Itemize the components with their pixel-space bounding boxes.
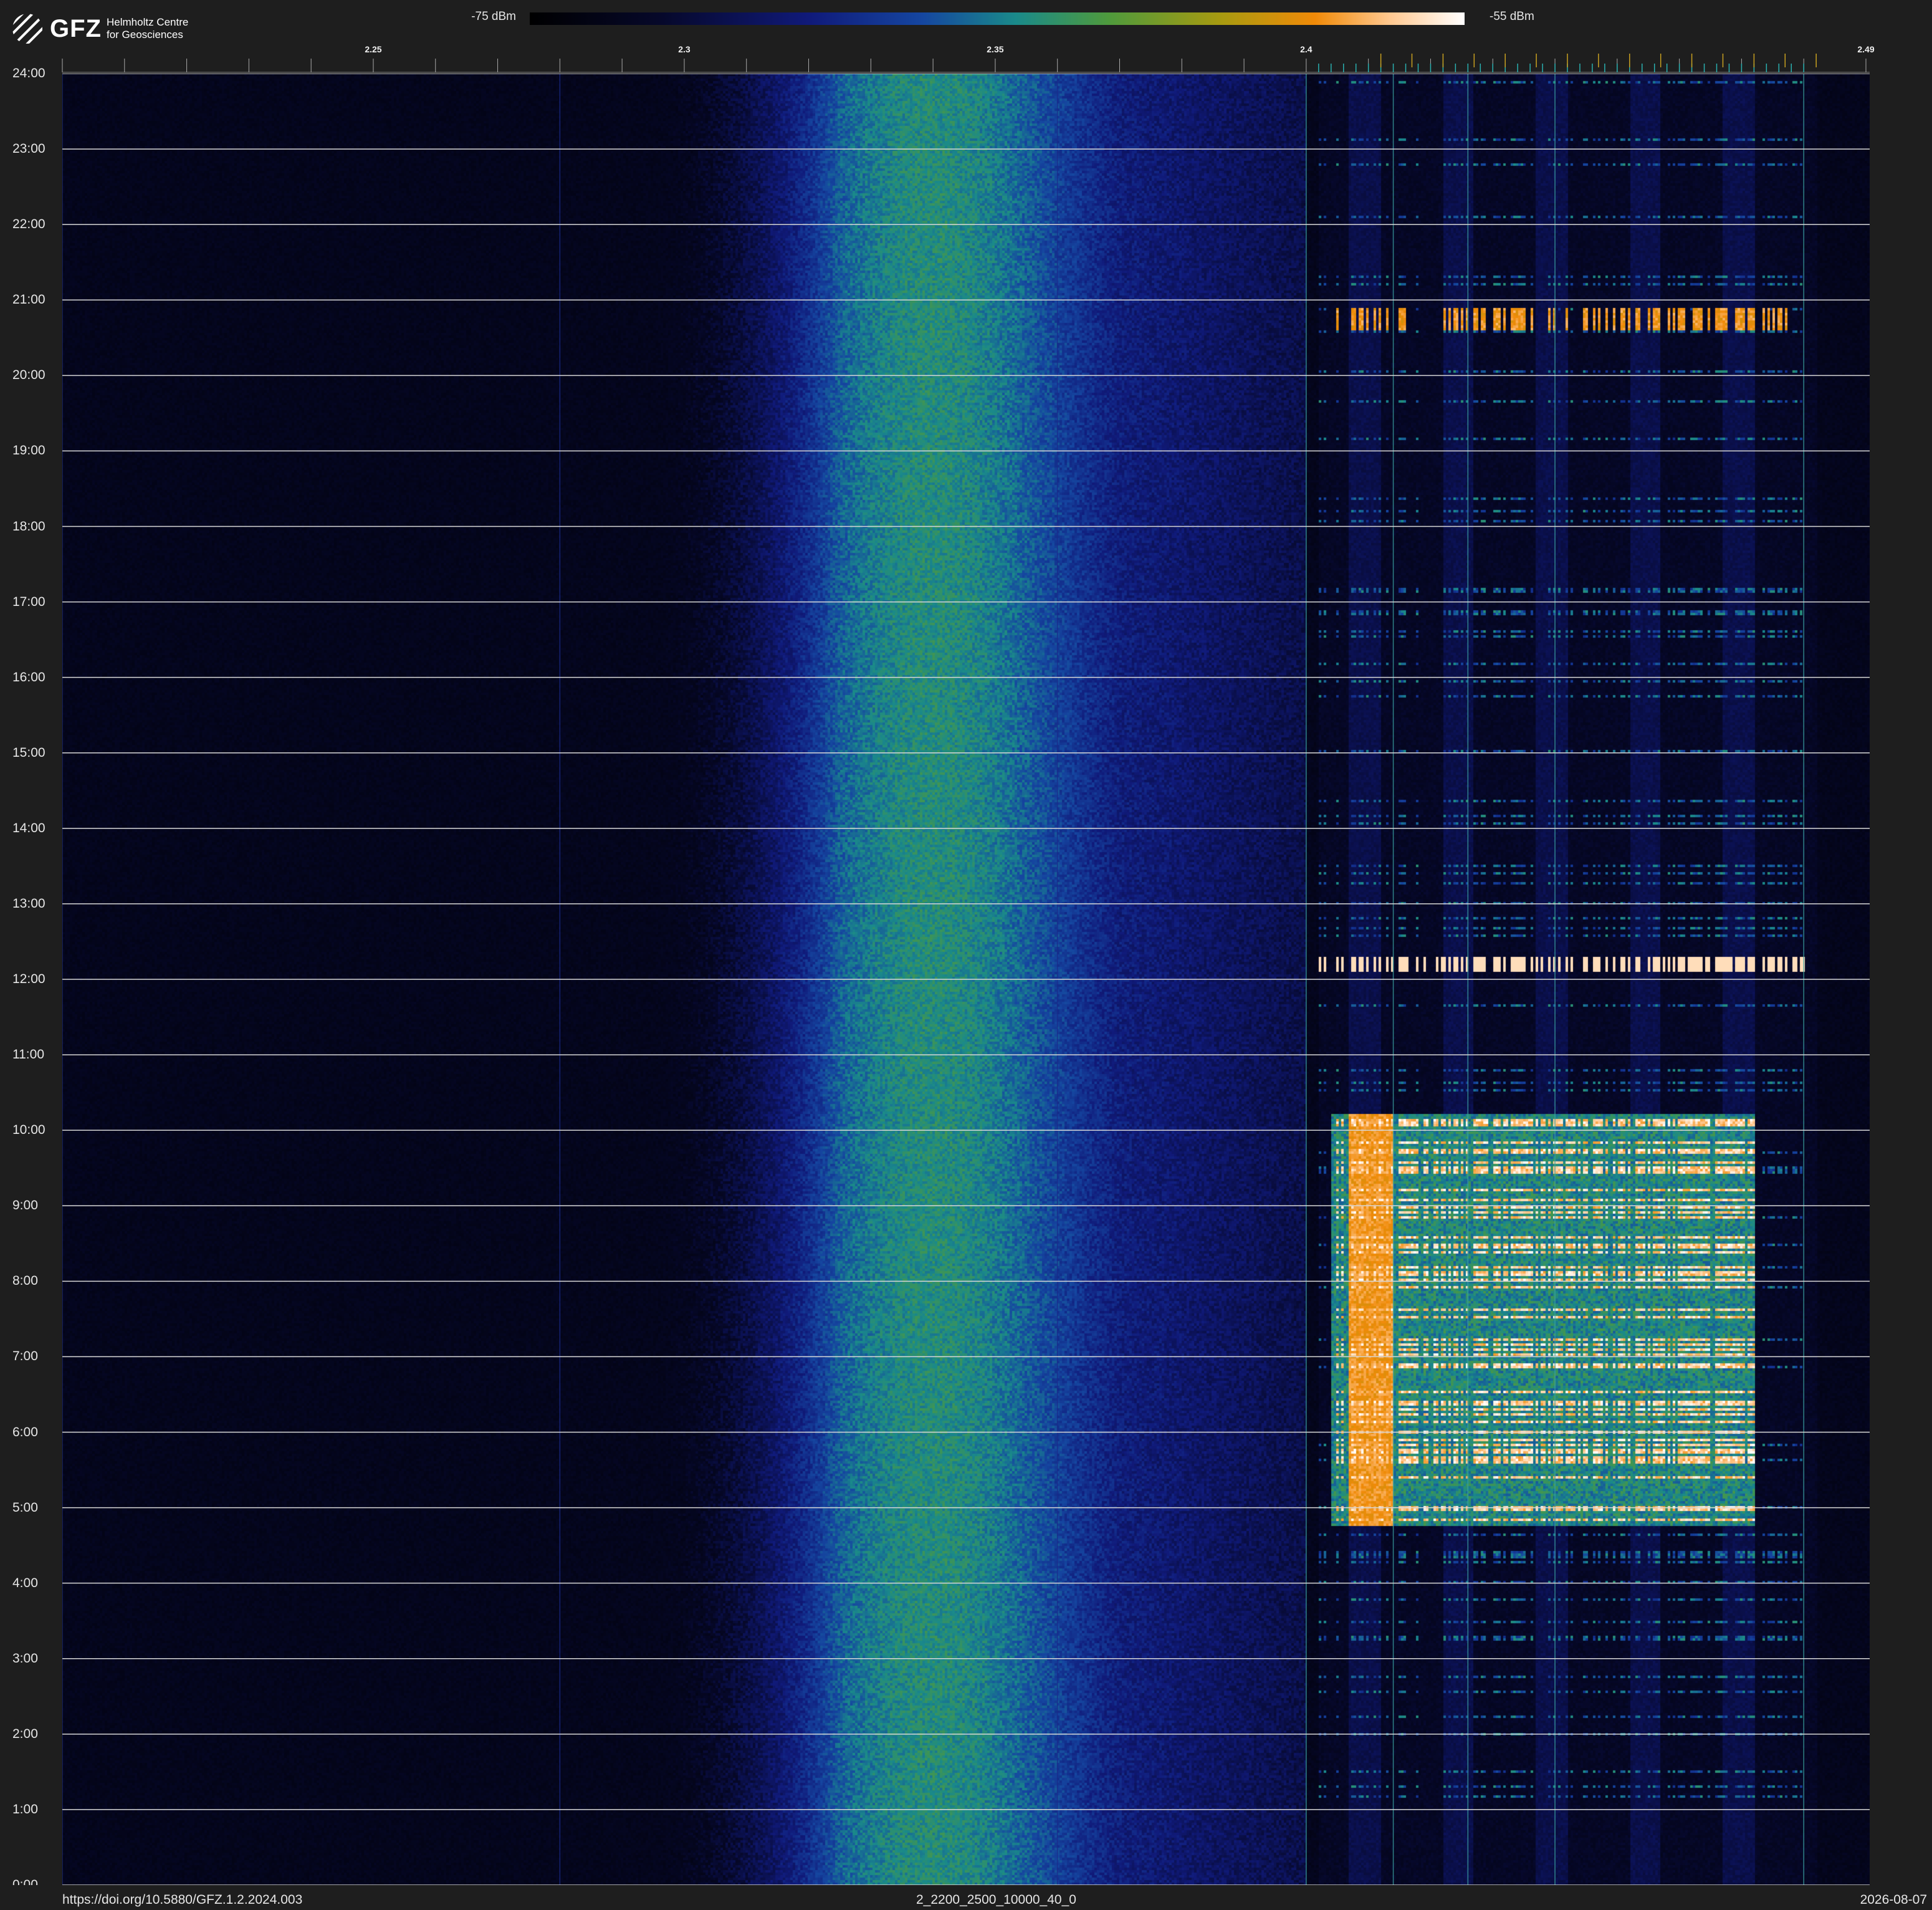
time-tick-label: 19:00 bbox=[12, 443, 45, 458]
frequency-tick-label: 2.25 bbox=[365, 44, 381, 54]
frequency-tick-label: 2.35 bbox=[987, 44, 1003, 54]
frequency-tick-label: 2.4 bbox=[1300, 44, 1313, 54]
colorbar-max-label: -55 dBm bbox=[1490, 10, 1534, 23]
doi-link[interactable]: https://doi.org/10.5880/GFZ.1.2.2024.003 bbox=[62, 1893, 302, 1908]
time-tick-label: 12:00 bbox=[12, 972, 45, 986]
time-tick-label: 4:00 bbox=[12, 1575, 38, 1590]
time-tick-label: 22:00 bbox=[12, 217, 45, 232]
time-tick-label: 3:00 bbox=[12, 1651, 38, 1666]
time-tick-label: 17:00 bbox=[12, 594, 45, 609]
colorbar bbox=[530, 12, 1465, 25]
time-tick-label: 7:00 bbox=[12, 1349, 38, 1364]
logo-subtitle-line1: Helmholtz Centre bbox=[106, 16, 189, 28]
time-axis: 0:001:002:003:004:005:006:007:008:009:00… bbox=[0, 66, 62, 1892]
time-tick-label: 5:00 bbox=[12, 1500, 38, 1515]
time-tick-label: 10:00 bbox=[12, 1123, 45, 1138]
footer: https://doi.org/10.5880/GFZ.1.2.2024.003… bbox=[0, 1885, 1932, 1910]
time-tick-label: 15:00 bbox=[12, 745, 45, 760]
spectrogram-plot bbox=[62, 74, 1870, 1885]
colorbar-min-label: -75 dBm bbox=[471, 10, 516, 23]
frequency-tick-label: 2.3 bbox=[678, 44, 691, 54]
time-tick-label: 9:00 bbox=[12, 1198, 38, 1213]
time-tick-label: 6:00 bbox=[12, 1424, 38, 1439]
time-tick-label: 8:00 bbox=[12, 1274, 38, 1289]
time-tick-label: 23:00 bbox=[12, 142, 45, 156]
dataset-filename: 2_2200_2500_10000_40_0 bbox=[916, 1893, 1076, 1907]
dataset-date: 2026-08-07 bbox=[1860, 1893, 1927, 1907]
plot-overlay bbox=[62, 74, 1870, 1885]
header: GFZ Helmholtz Centre for Geosciences -75… bbox=[0, 0, 1932, 74]
time-tick-label: 21:00 bbox=[12, 292, 45, 307]
time-tick-label: 18:00 bbox=[12, 519, 45, 534]
time-tick-label: 11:00 bbox=[12, 1047, 44, 1062]
time-tick-label: 2:00 bbox=[12, 1726, 38, 1741]
frequency-axis: 2.25 2.3 2.35 2.4 2.49 bbox=[62, 44, 1875, 73]
time-tick-label: 24:00 bbox=[12, 66, 45, 80]
time-tick-label: 14:00 bbox=[12, 820, 45, 835]
time-tick-label: 1:00 bbox=[12, 1802, 38, 1816]
time-tick-label: 20:00 bbox=[12, 368, 45, 383]
time-tick-label: 13:00 bbox=[12, 896, 45, 911]
frequency-tick-label: 2.49 bbox=[1857, 44, 1874, 54]
time-tick-label: 16:00 bbox=[12, 669, 45, 684]
